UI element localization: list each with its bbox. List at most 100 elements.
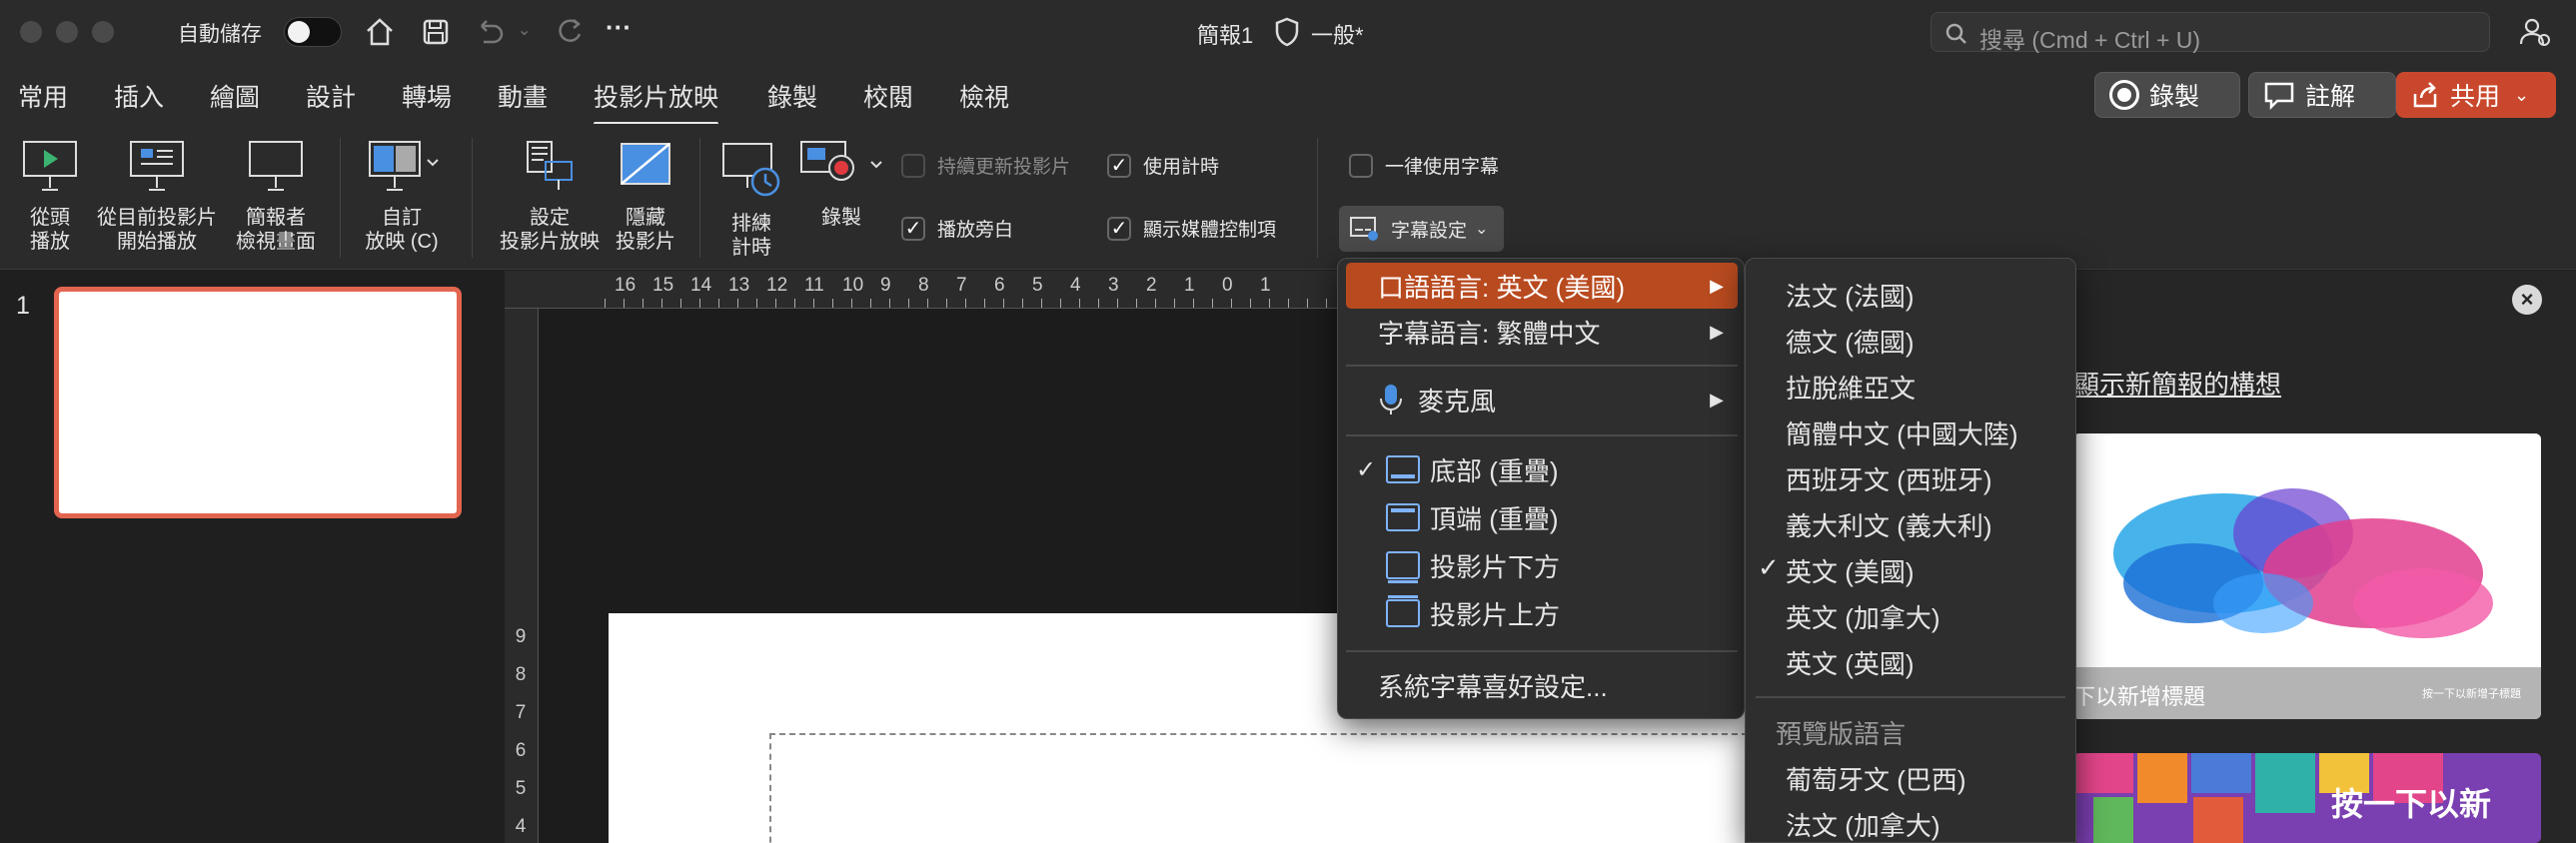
- rehearse-line1: 排練: [731, 213, 771, 235]
- menu-item-above-slide[interactable]: 投影片上方: [1346, 590, 1738, 636]
- share-button[interactable]: 共用 ⌄: [2396, 72, 2556, 118]
- always-subtitles-checkbox[interactable]: 一律使用字幕: [1349, 152, 1499, 179]
- card-caption-bar: 下以新增標題 按一下以新增子標題: [2073, 667, 2541, 719]
- language-item[interactable]: 德文 (德國): [1786, 323, 1915, 360]
- close-icon[interactable]: ×: [2512, 285, 2542, 315]
- language-item[interactable]: 拉脫維亞文: [1786, 369, 1916, 406]
- home-icon[interactable]: [362, 14, 398, 50]
- search-input[interactable]: 搜尋 (Cmd + Ctrl + U): [1931, 12, 2490, 53]
- record-slideshow-label: 錄製: [821, 207, 861, 229]
- tab-view[interactable]: 檢視: [959, 78, 1009, 114]
- record-button[interactable]: 錄製: [2094, 72, 2240, 118]
- undo-dropdown-icon[interactable]: ⌄: [518, 20, 531, 40]
- comment-icon: [2264, 82, 2294, 110]
- menu-item-system-preferences[interactable]: 系統字幕喜好設定...: [1346, 662, 1738, 708]
- tab-design[interactable]: 設計: [306, 78, 356, 114]
- check-icon: ✓: [1356, 455, 1377, 483]
- more-icon[interactable]: ···: [606, 12, 632, 43]
- menu-item-subtitle-language[interactable]: 字幕語言: 繁體中文 ▶: [1346, 309, 1738, 355]
- play-narrations-checkbox[interactable]: ✓ 播放旁白: [901, 215, 1013, 242]
- design-idea-card[interactable]: 下以新增標題 按一下以新增子標題: [2073, 433, 2541, 719]
- sensitivity-shield-icon[interactable]: [1273, 16, 1301, 48]
- account-icon[interactable]: [2516, 14, 2552, 50]
- setup-show-icon: [527, 141, 573, 190]
- zoom-window-button[interactable]: [92, 21, 114, 43]
- show-media-controls-checkbox[interactable]: ✓ 顯示媒體控制項: [1107, 215, 1276, 242]
- tab-draw[interactable]: 繪圖: [210, 78, 260, 114]
- use-timings-label: 使用計時: [1143, 157, 1220, 178]
- language-item[interactable]: 簡體中文 (中國大陸): [1786, 415, 2018, 451]
- close-window-button[interactable]: [20, 21, 42, 43]
- language-item[interactable]: 英文 (加拿大): [1786, 598, 1940, 635]
- from-current-slide-button[interactable]: 從目前投影片 開始播放: [92, 138, 222, 254]
- tab-slideshow[interactable]: 投影片放映: [594, 78, 719, 126]
- slide-number: 1: [16, 292, 30, 320]
- language-item[interactable]: 葡萄牙文 (巴西): [1786, 760, 1966, 797]
- check-icon: ✓: [1107, 153, 1131, 178]
- use-timings-checkbox[interactable]: ✓ 使用計時: [1107, 152, 1219, 179]
- menu-item-bottom-overlay[interactable]: ✓ 底部 (重疊): [1346, 446, 1738, 492]
- comments-button[interactable]: 註解: [2248, 72, 2396, 118]
- subtitle-settings-label: 字幕設定: [1391, 220, 1468, 242]
- from-beginning-button[interactable]: 從頭 播放: [14, 138, 86, 254]
- tab-transitions[interactable]: 轉場: [402, 78, 452, 114]
- tab-record[interactable]: 錄製: [767, 78, 817, 114]
- autosave-toggle[interactable]: [284, 17, 342, 47]
- menu-separator: [1756, 696, 2065, 698]
- subtitle-settings-button[interactable]: 字幕設定 ⌄: [1339, 206, 1504, 252]
- rehearse-timings-icon: [722, 143, 780, 197]
- card-title-text: 下以新增標題: [2073, 684, 2206, 709]
- undo-icon[interactable]: [472, 14, 508, 50]
- sensitivity-label[interactable]: 一般*: [1311, 18, 1364, 50]
- submenu-arrow-icon: ▶: [1710, 389, 1724, 410]
- menu-item-spoken-language[interactable]: 口語語言: 英文 (美國) ▶: [1346, 263, 1738, 309]
- play-from-start-icon: [23, 141, 77, 191]
- from-current-line2: 開始播放: [117, 231, 197, 253]
- submenu-arrow-icon: ▶: [1710, 275, 1724, 296]
- language-item[interactable]: 西班牙文 (西班牙): [1786, 460, 1992, 497]
- record-slideshow-button[interactable]: 錄製: [795, 138, 887, 230]
- custom-show-line1: 自訂: [382, 207, 422, 229]
- language-item[interactable]: 法文 (法國): [1786, 277, 1915, 314]
- card2-title-text: 按一下以新: [2331, 786, 2492, 822]
- tab-animations[interactable]: 動畫: [498, 78, 548, 114]
- presenter-view-button[interactable]: 簡報者 檢視畫面: [228, 138, 324, 254]
- subtitle-settings-icon: [1350, 217, 1378, 241]
- keep-updated-label: 持續更新投影片: [937, 157, 1071, 178]
- language-item[interactable]: 英文 (英國): [1786, 644, 1915, 681]
- menu-separator: [1346, 650, 1738, 652]
- tab-insert[interactable]: 插入: [114, 78, 164, 114]
- menu-item-below-slide[interactable]: 投影片下方: [1346, 542, 1738, 588]
- check-icon: ✓: [1107, 216, 1131, 241]
- record-label: 錄製: [2149, 83, 2200, 111]
- slide-thumbnail[interactable]: [54, 287, 462, 518]
- subtitle-language-label: 字幕語言: 繁體中文: [1378, 318, 1601, 349]
- language-item[interactable]: 法文 (加拿大): [1786, 806, 1940, 843]
- tab-review[interactable]: 校閱: [863, 78, 913, 114]
- share-label: 共用: [2450, 83, 2501, 111]
- hide-slide-button[interactable]: 隱藏 投影片: [610, 138, 681, 254]
- redo-icon[interactable]: [552, 14, 588, 50]
- autosave-label: 自動儲存: [178, 23, 262, 46]
- hide-slide-line2: 投影片: [616, 231, 675, 253]
- minimize-window-button[interactable]: [56, 21, 78, 43]
- keep-updated-checkbox[interactable]: 持續更新投影片: [901, 152, 1070, 179]
- design-ideas-link[interactable]: 顯示新簡報的構想: [2073, 365, 2281, 402]
- tab-home[interactable]: 常用: [18, 78, 68, 114]
- presenter-view-line1: 簡報者: [246, 207, 306, 229]
- design-idea-card[interactable]: 按一下以新: [2073, 753, 2541, 843]
- always-subtitles-label: 一律使用字幕: [1385, 157, 1500, 178]
- setup-show-line2: 投影片放映: [500, 231, 600, 253]
- top-overlay-label: 頂端 (重疊): [1430, 503, 1559, 534]
- language-item[interactable]: 義大利文 (義大利): [1786, 506, 1992, 543]
- custom-show-button[interactable]: 自訂 放映 (C): [354, 138, 450, 254]
- save-icon[interactable]: [418, 14, 454, 50]
- setup-show-button[interactable]: 設定 投影片放映: [494, 138, 606, 254]
- menu-separator: [1346, 434, 1738, 436]
- language-item-selected[interactable]: ✓ 英文 (美國): [1758, 552, 1915, 589]
- menu-item-top-overlay[interactable]: 頂端 (重疊): [1346, 494, 1738, 540]
- menu-item-microphone[interactable]: 麥克風 ▶: [1346, 377, 1738, 422]
- rehearse-timings-button[interactable]: 排練 計時: [715, 138, 787, 260]
- document-title: 簡報1: [1197, 23, 1254, 48]
- ribbon-divider: [472, 138, 473, 258]
